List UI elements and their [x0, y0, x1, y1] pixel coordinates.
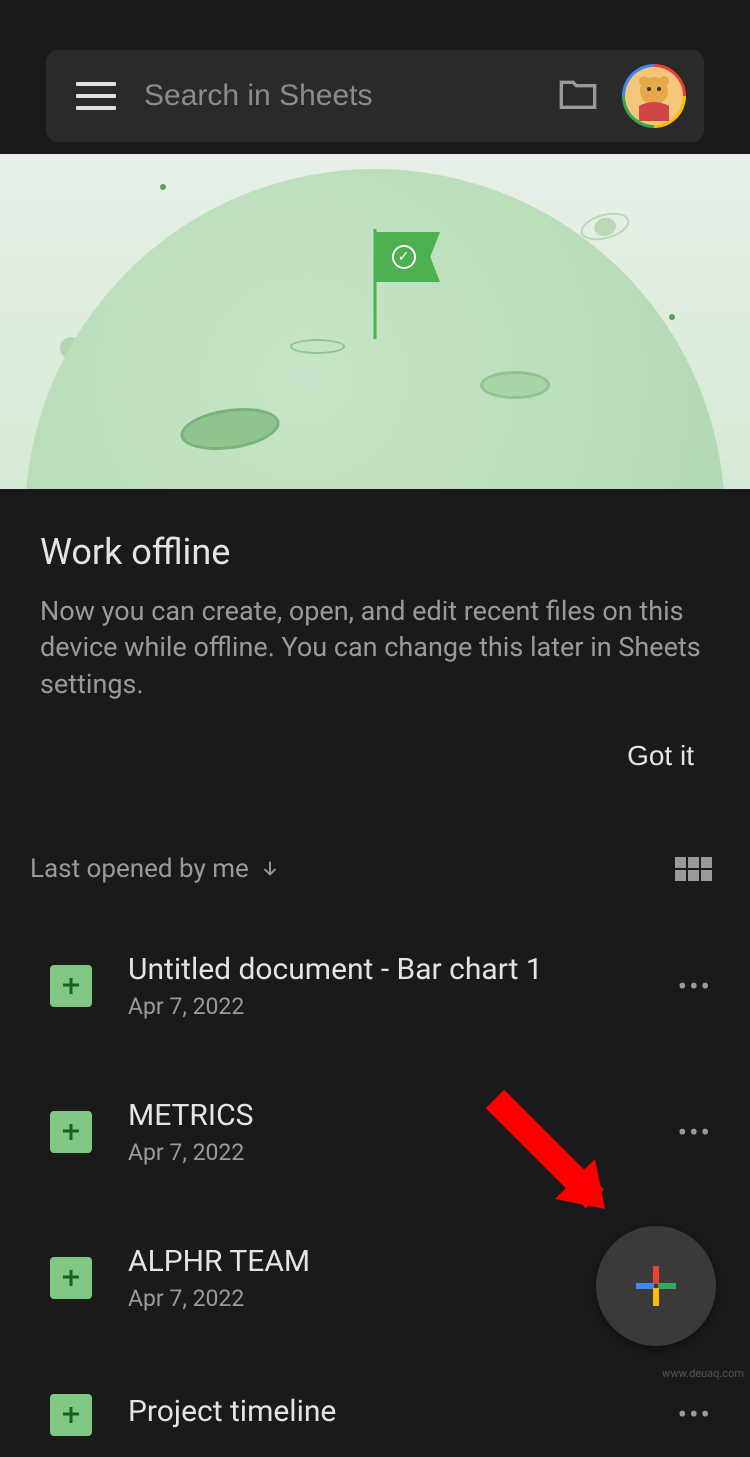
arrow-down-icon: [259, 858, 281, 880]
got-it-button[interactable]: Got it: [611, 732, 710, 780]
folder-icon[interactable]: [558, 77, 598, 115]
file-title: Project timeline: [128, 1394, 634, 1429]
sort-control[interactable]: Last opened by me: [30, 854, 281, 884]
offline-card: Work offline Now you can create, open, a…: [0, 489, 750, 810]
file-date: Apr 7, 2022: [128, 1139, 634, 1166]
offline-illustration: ✓: [0, 154, 750, 489]
file-title: METRICS: [128, 1098, 634, 1133]
file-list: Untitled document - Bar chart 1 Apr 7, 2…: [0, 894, 750, 1457]
plus-icon: [636, 1266, 676, 1306]
sheets-icon: [50, 1394, 92, 1436]
offline-card-title: Work offline: [40, 531, 710, 573]
sheets-icon: [50, 1111, 92, 1153]
grid-view-icon[interactable]: [675, 857, 712, 881]
more-icon[interactable]: •••: [670, 1108, 720, 1157]
sheets-icon: [50, 1257, 92, 1299]
search-input[interactable]: [144, 79, 558, 113]
search-bar: [46, 50, 704, 142]
file-date: Apr 7, 2022: [128, 993, 634, 1020]
more-icon[interactable]: •••: [670, 962, 720, 1011]
file-title: Untitled document - Bar chart 1: [128, 952, 634, 987]
list-header: Last opened by me: [0, 810, 750, 894]
file-title: ALPHR TEAM: [128, 1244, 634, 1279]
more-icon[interactable]: •••: [670, 1390, 720, 1439]
file-item[interactable]: Project timeline •••: [0, 1372, 750, 1457]
file-item[interactable]: Untitled document - Bar chart 1 Apr 7, 2…: [0, 934, 750, 1038]
avatar[interactable]: [622, 64, 686, 128]
sheets-icon: [50, 965, 92, 1007]
file-item[interactable]: METRICS Apr 7, 2022 •••: [0, 1080, 750, 1184]
file-date: Apr 7, 2022: [128, 1285, 634, 1312]
new-file-fab[interactable]: [596, 1226, 716, 1346]
offline-card-body: Now you can create, open, and edit recen…: [40, 593, 710, 702]
watermark: www.deuaq.com: [662, 1367, 744, 1380]
sort-label: Last opened by me: [30, 854, 249, 884]
menu-icon[interactable]: [76, 82, 116, 110]
